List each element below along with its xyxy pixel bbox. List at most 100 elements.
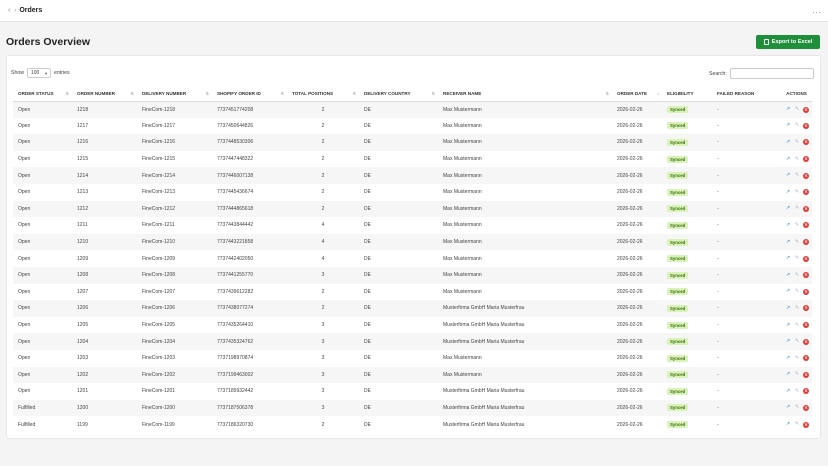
edit-icon[interactable]: ✎ <box>794 256 800 262</box>
external-link-icon[interactable]: ↗ <box>785 272 791 278</box>
table-cell: 2 <box>321 122 325 129</box>
table-body: Open 1218 FineCom-1218 7737451774208 2 DE Max … <box>13 101 812 433</box>
external-link-icon[interactable]: ↗ <box>785 289 791 295</box>
delete-icon[interactable]: ✕ <box>803 371 809 378</box>
edit-icon[interactable]: ✎ <box>794 173 800 179</box>
delete-icon[interactable]: ✕ <box>803 122 809 129</box>
delete-icon[interactable]: ✕ <box>803 272 809 279</box>
delete-icon[interactable]: ✕ <box>803 222 809 229</box>
column-header[interactable]: TOTAL POSITIONS ⇅ <box>287 87 359 102</box>
external-link-icon[interactable]: ↗ <box>785 355 791 361</box>
column-header[interactable]: SHOPIFY ORDER ID ⇅ <box>212 87 287 102</box>
edit-icon[interactable]: ✎ <box>794 222 800 228</box>
table-cell: 2026-02-26 <box>612 333 662 350</box>
table-cell: - <box>717 388 719 395</box>
table-cell: 2 <box>287 134 359 151</box>
delete-icon[interactable]: ✕ <box>803 338 809 345</box>
table-cell: - <box>717 122 719 129</box>
delete-icon[interactable]: ✕ <box>803 288 809 295</box>
edit-icon[interactable]: ✎ <box>794 305 800 311</box>
table-cell: FineCom-1207 <box>142 288 176 295</box>
table-cell: - <box>712 300 776 317</box>
edit-icon[interactable]: ✎ <box>794 289 800 295</box>
delete-icon[interactable]: ✕ <box>803 404 809 411</box>
table-row: Open 1202 FineCom-1202 7737199463002 3 DE Max … <box>13 366 812 384</box>
column-header[interactable]: ORDER NUMBER ⇅ <box>72 87 137 102</box>
column-header[interactable]: DELIVERY NUMBER ⇅ <box>137 87 212 102</box>
edit-icon[interactable]: ✎ <box>794 388 800 394</box>
edit-icon[interactable]: ✎ <box>794 139 800 145</box>
delete-icon[interactable]: ✕ <box>803 388 809 395</box>
table-row: Open 1215 FineCom-1215 7737447448322 2 DE Max … <box>13 151 812 168</box>
export-excel-button[interactable]: Export to Excel <box>756 35 820 49</box>
column-header[interactable]: ORDER DATE ↓ <box>612 87 662 102</box>
entries-select[interactable]: 100 ▼ <box>26 68 51 78</box>
external-link-icon[interactable]: ↗ <box>785 339 791 345</box>
external-link-icon[interactable]: ↗ <box>785 206 791 212</box>
edit-icon[interactable]: ✎ <box>794 405 800 411</box>
more-options-icon[interactable]: ... <box>812 6 822 15</box>
external-link-icon[interactable]: ↗ <box>785 156 791 162</box>
edit-icon[interactable]: ✎ <box>794 239 800 245</box>
edit-icon[interactable]: ✎ <box>794 339 800 345</box>
actions-cell: ↗ ✎ ✕ <box>776 350 812 367</box>
table-cell: Synced <box>662 167 712 184</box>
external-link-icon[interactable]: ↗ <box>785 372 791 378</box>
actions-cell: ↗ ✎ ✕ <box>776 317 812 334</box>
table-cell: DE <box>364 288 371 295</box>
edit-icon[interactable]: ✎ <box>794 206 800 212</box>
delete-icon[interactable]: ✕ <box>803 322 809 329</box>
back-arrow-icon[interactable]: ‹ <box>8 7 10 14</box>
external-link-icon[interactable]: ↗ <box>785 107 791 113</box>
delete-icon[interactable]: ✕ <box>803 156 809 163</box>
actions-cell: ↗ ✎ ✕ <box>776 134 812 151</box>
column-header: ACTIONS <box>776 87 812 102</box>
external-link-icon[interactable]: ↗ <box>785 139 791 145</box>
table-cell: Open <box>18 288 31 295</box>
external-link-icon[interactable]: ↗ <box>785 422 791 428</box>
table-cell: Synced <box>662 350 712 367</box>
table-cell: Max Mustermann <box>443 189 482 196</box>
table-cell: 2026-02-26 <box>617 122 643 129</box>
edit-icon[interactable]: ✎ <box>794 322 800 328</box>
external-link-icon[interactable]: ↗ <box>785 189 791 195</box>
external-link-icon[interactable]: ↗ <box>785 305 791 311</box>
edit-icon[interactable]: ✎ <box>794 107 800 113</box>
external-link-icon[interactable]: ↗ <box>785 173 791 179</box>
delete-icon[interactable]: ✕ <box>803 355 809 362</box>
delete-icon[interactable]: ✕ <box>803 305 809 312</box>
search-input[interactable] <box>729 68 814 79</box>
table-cell: DE <box>359 167 438 184</box>
external-link-icon[interactable]: ↗ <box>785 388 791 394</box>
column-header[interactable]: DELIVERY COUNTRY ⇅ <box>359 87 438 102</box>
external-link-icon[interactable]: ↗ <box>785 405 791 411</box>
external-link-icon[interactable]: ↗ <box>785 256 791 262</box>
edit-icon[interactable]: ✎ <box>794 355 800 361</box>
table-cell: DE <box>364 322 371 329</box>
status-badge: Synced <box>667 188 689 196</box>
table-cell: Open <box>18 222 31 229</box>
column-header[interactable]: ORDER STATUS ⇅ <box>13 87 72 102</box>
delete-icon[interactable]: ✕ <box>803 106 809 113</box>
delete-icon[interactable]: ✕ <box>803 255 809 262</box>
external-link-icon[interactable]: ↗ <box>785 123 791 129</box>
delete-icon[interactable]: ✕ <box>803 205 809 212</box>
table-row: Open 1210 FineCom-1210 7737443221858 4 DE Max … <box>13 233 812 251</box>
delete-icon[interactable]: ✕ <box>803 172 809 179</box>
edit-icon[interactable]: ✎ <box>794 156 800 162</box>
external-link-icon[interactable]: ↗ <box>785 222 791 228</box>
delete-icon[interactable]: ✕ <box>803 189 809 196</box>
delete-icon[interactable]: ✕ <box>803 139 809 146</box>
column-header-label: ELIGIBILITY <box>667 91 694 97</box>
edit-icon[interactable]: ✎ <box>794 372 800 378</box>
external-link-icon[interactable]: ↗ <box>785 322 791 328</box>
delete-icon[interactable]: ✕ <box>803 421 809 428</box>
edit-icon[interactable]: ✎ <box>794 189 800 195</box>
external-link-icon[interactable]: ↗ <box>785 239 791 245</box>
edit-icon[interactable]: ✎ <box>794 123 800 129</box>
column-header[interactable]: RECEIVER NAME ⇅ <box>438 87 612 102</box>
edit-icon[interactable]: ✎ <box>794 272 800 278</box>
edit-icon[interactable]: ✎ <box>794 422 800 428</box>
delete-icon[interactable]: ✕ <box>803 239 809 246</box>
actions-cell: ↗ ✎ ✕ <box>776 101 812 118</box>
